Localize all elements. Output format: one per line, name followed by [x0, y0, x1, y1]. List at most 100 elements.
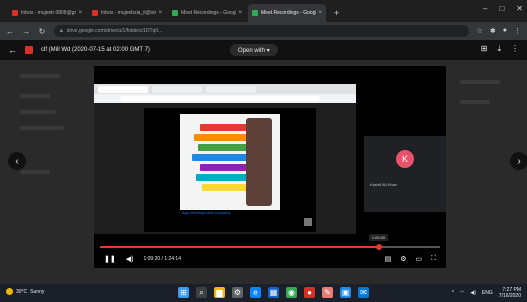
- windows-icon[interactable]: ⊞: [178, 287, 189, 298]
- shared-document: App development company: [94, 103, 356, 234]
- add-to-drive-icon[interactable]: ⊞: [481, 44, 488, 54]
- shared-tab: [98, 85, 148, 93]
- profile-icon[interactable]: ●: [503, 27, 507, 35]
- pip-icon: [304, 218, 312, 226]
- shared-tab: [152, 85, 202, 93]
- theater-icon[interactable]: ▭: [415, 255, 422, 263]
- seek-tooltip: 1:09:20: [368, 234, 389, 241]
- download-icon[interactable]: ⤓: [497, 44, 501, 54]
- fullscreen-icon[interactable]: ⛶: [431, 255, 436, 263]
- forward-icon[interactable]: →: [22, 27, 30, 36]
- browser-toolbar: ← → ↻ 🔒︎ drive.google.com/drive/u/1/fold…: [0, 22, 527, 40]
- speaker-icon[interactable]: ◀): [470, 290, 476, 296]
- tab-title: Meet Recordings - Google: [261, 10, 317, 16]
- close-window-button[interactable]: ✕: [516, 4, 523, 13]
- progress-fill: [100, 246, 379, 248]
- close-tab-icon[interactable]: ×: [238, 10, 242, 16]
- close-tab-icon[interactable]: ×: [158, 10, 162, 16]
- back-arrow-icon[interactable]: ←: [8, 45, 17, 55]
- next-file-button[interactable]: ›: [510, 152, 527, 170]
- tab-title: Meet Recordings - Google Drive: [181, 10, 236, 16]
- weather-condition: Sunny: [30, 288, 45, 295]
- more-options-icon[interactable]: ⋮: [511, 44, 519, 54]
- player-controls: ❚❚ ◀) 1:09:20 / 1:24:14 ▤ ⚙ ▭ ⛶: [94, 252, 446, 266]
- slide: App development company: [144, 108, 316, 232]
- browser-tab-active[interactable]: Meet Recordings - Google ×: [248, 4, 326, 22]
- browser-tab-strip: Inbox - mujeeb 0808@gmail.co × Inbox - m…: [0, 0, 527, 22]
- close-tab-icon[interactable]: ×: [318, 10, 322, 16]
- player-right-controls: ▤ ⚙ ▭ ⛶: [385, 255, 436, 263]
- language-indicator[interactable]: ENG: [482, 290, 493, 296]
- shared-screen: App development company: [94, 84, 356, 234]
- edge-icon[interactable]: e: [250, 287, 261, 298]
- shared-address-bar: [94, 94, 356, 103]
- search-icon[interactable]: ⌕: [196, 287, 207, 298]
- video-file-icon: [25, 46, 33, 54]
- ghost-item: [460, 100, 490, 104]
- settings-icon[interactable]: ⚙: [232, 287, 243, 298]
- gmail-icon: [92, 10, 98, 16]
- system-tray: ^ ◠ ◀) ENG 7:27 PM 7/16/2020: [452, 287, 521, 299]
- back-icon[interactable]: ←: [6, 27, 14, 36]
- extensions-icon[interactable]: ✱: [490, 27, 496, 35]
- store-icon[interactable]: ▦: [268, 287, 279, 298]
- ghost-item: [460, 80, 500, 84]
- slide-caption: App development company: [182, 210, 231, 215]
- wifi-icon[interactable]: ◠: [460, 290, 464, 296]
- maximize-button[interactable]: □: [499, 4, 504, 13]
- star-icon[interactable]: ☆: [477, 27, 483, 35]
- weather-widget[interactable]: 30°C Sunny: [6, 288, 44, 295]
- paint-icon[interactable]: ✎: [322, 287, 333, 298]
- captions-icon[interactable]: ▤: [385, 255, 392, 263]
- window-controls: – □ ✕: [483, 4, 523, 13]
- tab-title: Inbox - mujeeb 0808@gmail.co: [21, 10, 76, 16]
- gmail-icon: [12, 10, 18, 16]
- open-with-button[interactable]: Open with ▾: [230, 44, 278, 56]
- phone-shape: [246, 118, 272, 206]
- new-tab-button[interactable]: +: [334, 8, 339, 18]
- windows-taskbar: 30°C Sunny ⊞ ⌕ ▆ ⚙ e ▦ ◉ ● ✎ ▣ ✉ ^ ◠ ◀) ENG 7:27 P…: [0, 284, 527, 302]
- lock-icon: 🔒︎: [60, 28, 63, 34]
- progress-knob[interactable]: [375, 244, 382, 250]
- shared-tab: [206, 85, 256, 93]
- file-explorer-icon[interactable]: ▆: [214, 287, 225, 298]
- weather-temp: 30°C: [16, 288, 28, 295]
- file-title: clf (Mill Wd (2020-07-15 at 02:00 GMT 7): [41, 47, 150, 53]
- address-bar[interactable]: 🔒︎ drive.google.com/drive/u/1/folders/1D…: [54, 25, 469, 37]
- menu-icon[interactable]: ⋮: [514, 27, 521, 35]
- app-icons-image: [180, 114, 280, 210]
- drive-icon: [172, 10, 178, 16]
- ghost-item: [20, 110, 56, 114]
- shared-url-field: [120, 96, 320, 101]
- viewer-actions: ⊞ ⤓ ⋮: [481, 44, 519, 54]
- volume-icon[interactable]: ◀): [126, 255, 134, 263]
- chrome-icon[interactable]: ◉: [286, 287, 297, 298]
- browser-tab[interactable]: Inbox - mujeeb 0808@gmail.co ×: [8, 4, 86, 22]
- participant-name: Kashif Ali Khan: [370, 182, 397, 187]
- progress-bar[interactable]: [100, 244, 440, 250]
- close-tab-icon[interactable]: ×: [78, 10, 82, 16]
- url-text: drive.google.com/drive/u/1/folders/1DTq0…: [66, 28, 163, 34]
- chevron-up-icon[interactable]: ^: [452, 290, 454, 296]
- photos-icon[interactable]: ▣: [340, 287, 351, 298]
- minimize-button[interactable]: –: [483, 4, 487, 13]
- browser-tab[interactable]: Inbox - mujeebzia_it@students ×: [88, 4, 166, 22]
- video-player[interactable]: App development company K Kashif Ali Kha…: [94, 66, 446, 268]
- screen-root: Inbox - mujeeb 0808@gmail.co × Inbox - m…: [0, 0, 527, 302]
- mail-icon[interactable]: ✉: [358, 287, 369, 298]
- settings-icon[interactable]: ⚙: [400, 255, 406, 263]
- drive-viewer-header: ← clf (Mill Wd (2020-07-15 at 02:00 GMT …: [0, 40, 527, 60]
- drive-icon: [252, 10, 258, 16]
- camera-icon[interactable]: ●: [304, 287, 315, 298]
- browser-tab[interactable]: Meet Recordings - Google Drive ×: [168, 4, 246, 22]
- pause-button[interactable]: ❚❚: [104, 255, 116, 263]
- ghost-item: [20, 126, 64, 130]
- clock-date: 7/16/2020: [498, 293, 521, 299]
- toolbar-icons: ☆ ✱ ● ⋮: [477, 27, 521, 35]
- clock[interactable]: 7:27 PM 7/16/2020: [499, 287, 521, 299]
- participant-tile: K Kashif Ali Khan: [364, 136, 446, 212]
- ghost-item: [20, 170, 50, 174]
- reload-icon[interactable]: ↻: [38, 27, 46, 36]
- previous-file-button[interactable]: ‹: [8, 152, 26, 170]
- taskbar-apps: ⊞ ⌕ ▆ ⚙ e ▦ ◉ ● ✎ ▣ ✉: [178, 287, 369, 298]
